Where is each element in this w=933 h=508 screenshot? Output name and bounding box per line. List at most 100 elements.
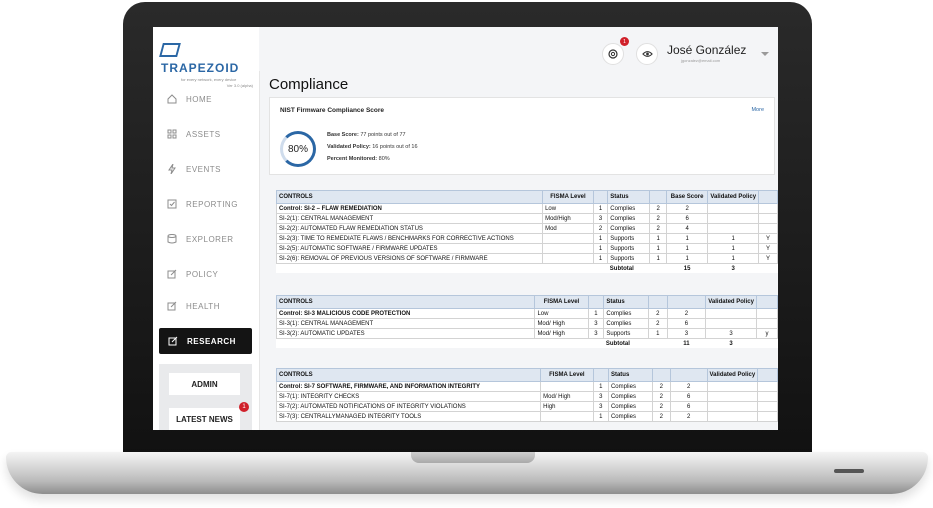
user-name[interactable]: José González: [667, 43, 746, 57]
table-row[interactable]: SI-7(2): AUTOMATED NOTIFICATIONS OF INTE…: [275, 401, 778, 412]
table-cell: High: [540, 401, 594, 412]
chevron-down-icon[interactable]: [761, 52, 769, 56]
table-header-row: CONTROLS FISMA Level Status Validated Polic…: [275, 295, 778, 309]
sidebar-item-research[interactable]: RESEARCH: [159, 328, 252, 354]
grid-icon: [167, 129, 177, 139]
column-header: [649, 190, 667, 204]
table-cell: 2: [665, 203, 709, 214]
column-header: [669, 368, 708, 382]
score-percent: 80%: [287, 143, 308, 155]
edit-icon: [167, 301, 177, 311]
column-header: [758, 190, 778, 204]
table-cell: SI-7(1): INTEGRITY CHECKS: [275, 391, 542, 402]
table-cell: SI-3(1): CENTRAL MANAGEMENT: [275, 318, 536, 329]
table-row[interactable]: Control: SI-2 – FLAW REMEDIATION Low 1 Comp…: [275, 203, 778, 214]
table-cell: [542, 233, 594, 244]
bolt-icon: [168, 164, 176, 174]
validated-policy-label: Validated Policy:: [327, 144, 371, 150]
table-row[interactable]: SI-7(1): INTEGRITY CHECKS Mod/ High 3 Compl…: [275, 391, 778, 402]
sidebar-item-assets[interactable]: ASSETS: [167, 126, 257, 142]
table-cell: [706, 411, 759, 422]
table-cell: [755, 308, 778, 319]
table-cell: 2: [649, 223, 667, 234]
empty-cell: [276, 338, 535, 348]
column-header: FISMA Level: [534, 295, 589, 309]
table-cell: SI-3(2): AUTOMATIC UPDATES: [275, 328, 536, 339]
table-cell: 6: [665, 213, 709, 224]
table-row[interactable]: SI-3(1): CENTRAL MANAGEMENT Mod/ High 3 Com…: [275, 318, 778, 329]
table-cell: Complies: [607, 381, 653, 392]
table-cell: 3: [587, 328, 605, 339]
latest-news-button[interactable]: LATEST NEWS: [169, 408, 240, 430]
table-cell: SI-2(3): TIME TO REMEDIATE FLAWS / BENCH…: [275, 233, 544, 244]
table-row[interactable]: Control: SI-7 SOFTWARE, FIRMWARE, AND IN…: [275, 381, 778, 392]
subtotal-base-score: 11: [667, 338, 706, 348]
table-row[interactable]: SI-2(5): AUTOMATIC SOFTWARE / FIRMWARE U…: [275, 243, 778, 254]
controls-table-si3: CONTROLS FISMA Level Status Validated Polic…: [275, 295, 778, 348]
table-row[interactable]: SI-3(2): AUTOMATIC UPDATES Mod/ High 3 Supp…: [275, 328, 778, 339]
subtotal-row: Subtotal 11 3: [276, 338, 778, 348]
column-header: Status: [603, 295, 650, 309]
sidebar-item-events[interactable]: EVENTS: [167, 161, 257, 177]
sidebar-item-label: REPORTING: [186, 199, 238, 209]
table-cell: Supports: [607, 253, 651, 264]
score-card-title: NIST Firmware Compliance Score: [280, 107, 385, 114]
controls-table-si2: CONTROLS FISMA Level Status Base Score Valid…: [275, 190, 778, 273]
laptop-indicator-light: [834, 469, 864, 473]
table-row[interactable]: SI-7(3): CENTRALLYMANAGED INTEGRITY TOOL…: [275, 411, 778, 422]
eye-icon: [641, 51, 653, 57]
more-link[interactable]: More: [751, 107, 764, 113]
support-button[interactable]: [602, 43, 624, 65]
table-cell: Y: [758, 253, 778, 264]
table-row[interactable]: SI-2(3): TIME TO REMEDIATE FLAWS / BENCH…: [275, 233, 778, 244]
sidebar-item-label: EXPLORER: [186, 234, 234, 244]
table-cell: 1: [592, 411, 609, 422]
sidebar-item-label: RESEARCH: [187, 336, 236, 346]
table-cell: 3: [592, 213, 609, 224]
empty-cell: [758, 263, 778, 273]
table-row[interactable]: SI-2(1): CENTRAL MANAGEMENT Mod/High 3 Comp…: [275, 213, 778, 224]
table-cell: 2: [592, 223, 609, 234]
admin-button[interactable]: ADMIN: [169, 373, 240, 395]
table-cell: 3: [587, 318, 605, 329]
table-cell: [707, 213, 760, 224]
laptop-notch: [411, 452, 535, 463]
table-cell: Low: [534, 308, 589, 319]
brand-logo[interactable]: TRAPEZOID for every network, every devic…: [159, 41, 253, 88]
table-cell: [758, 213, 778, 224]
table-cell: SI-2(2): AUTOMATED FLAW REMEDIATION STAT…: [275, 223, 544, 234]
view-button[interactable]: [636, 43, 658, 65]
table-row[interactable]: Control: SI-3 MALICIOUS CODE PROTECTION L…: [275, 308, 778, 319]
table-cell: 1: [592, 381, 609, 392]
table-cell: Mod/High: [542, 213, 594, 224]
table-cell: 2: [651, 411, 671, 422]
table-cell: 1: [592, 233, 609, 244]
table-cell: Mod/ High: [540, 391, 594, 402]
sidebar-item-health[interactable]: HEALTH: [167, 298, 257, 314]
table-row[interactable]: SI-2(6): REMOVAL OF PREVIOUS VERSIONS OF…: [275, 253, 778, 264]
table-cell: Complies: [607, 213, 651, 224]
table-cell: 3: [666, 328, 707, 339]
table-cell: 2: [649, 203, 667, 214]
table-cell: [540, 381, 594, 392]
table-cell: Complies: [607, 203, 651, 214]
sidebar-item-reporting[interactable]: REPORTING: [167, 196, 257, 212]
sidebar-item-home[interactable]: HOME: [167, 91, 257, 107]
table-cell: 1: [707, 233, 760, 244]
sidebar-item-policy[interactable]: POLICY: [167, 266, 257, 282]
table-cell: 2: [651, 391, 671, 402]
table-cell: 2: [669, 381, 708, 392]
table-cell: Complies: [607, 391, 653, 402]
empty-cell: [588, 338, 604, 348]
table-cell: [706, 381, 759, 392]
table-cell: 1: [707, 243, 760, 254]
lifebuoy-icon: [608, 49, 618, 59]
table-row[interactable]: SI-2(2): AUTOMATED FLAW REMEDIATION STAT…: [275, 223, 778, 234]
database-icon: [167, 234, 177, 244]
sidebar-item-explorer[interactable]: EXPLORER: [167, 231, 257, 247]
column-header: CONTROLS: [275, 368, 542, 382]
table-cell: [705, 308, 757, 319]
column-header: [587, 295, 605, 309]
table-cell: SI-2(5): AUTOMATIC SOFTWARE / FIRMWARE U…: [275, 243, 544, 254]
table-cell: 1: [649, 253, 667, 264]
